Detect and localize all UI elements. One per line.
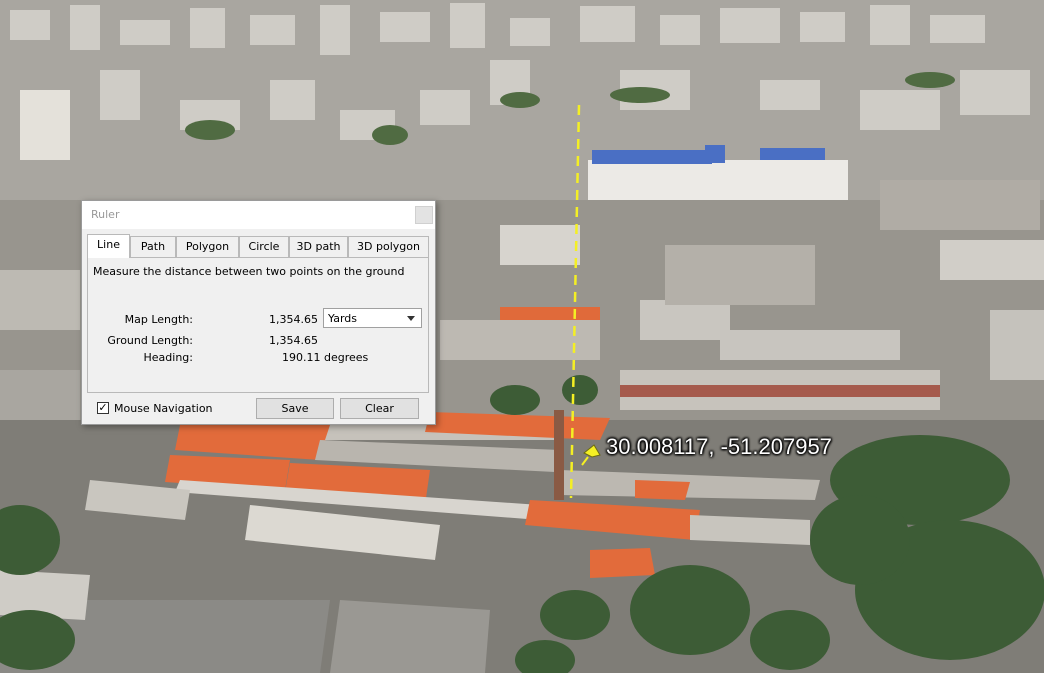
placemark-pushpin-icon[interactable] bbox=[580, 443, 602, 467]
tab-3d-path[interactable]: 3D path bbox=[289, 236, 348, 257]
close-button[interactable] bbox=[415, 206, 433, 224]
placemark-label: 30.008117, -51.207957 bbox=[606, 434, 832, 459]
map-length-label: Map Length: bbox=[124, 313, 193, 326]
ruler-titlebar[interactable]: Ruler bbox=[82, 201, 435, 229]
tab-circle[interactable]: Circle bbox=[239, 236, 289, 257]
tab-3d-polygon[interactable]: 3D polygon bbox=[348, 236, 429, 257]
unit-select[interactable]: Yards bbox=[323, 308, 422, 328]
mouse-navigation-checkbox[interactable]: ✓ bbox=[97, 402, 109, 414]
ruler-panel: Measure the distance between two points … bbox=[87, 257, 429, 393]
save-button[interactable]: Save bbox=[256, 398, 334, 419]
heading-value: 190.11 degrees bbox=[282, 351, 369, 364]
ruler-title: Ruler bbox=[91, 208, 120, 221]
tab-polygon[interactable]: Polygon bbox=[176, 236, 239, 257]
heading-label: Heading: bbox=[143, 351, 193, 364]
mouse-navigation-label[interactable]: Mouse Navigation bbox=[114, 402, 213, 415]
ground-length-label: Ground Length: bbox=[107, 334, 193, 347]
clear-button[interactable]: Clear bbox=[340, 398, 419, 419]
chimney bbox=[554, 410, 564, 500]
ruler-description: Measure the distance between two points … bbox=[93, 265, 405, 278]
unit-select-value: Yards bbox=[328, 312, 357, 325]
tab-line[interactable]: Line bbox=[87, 234, 130, 258]
ruler-dialog: Ruler Line Path Polygon Circle 3D path 3… bbox=[81, 200, 436, 425]
chevron-down-icon bbox=[407, 316, 415, 321]
map-length-value: 1,354.65 bbox=[269, 313, 318, 326]
ground-length-value: 1,354.65 bbox=[269, 334, 318, 347]
tab-path[interactable]: Path bbox=[130, 236, 176, 257]
